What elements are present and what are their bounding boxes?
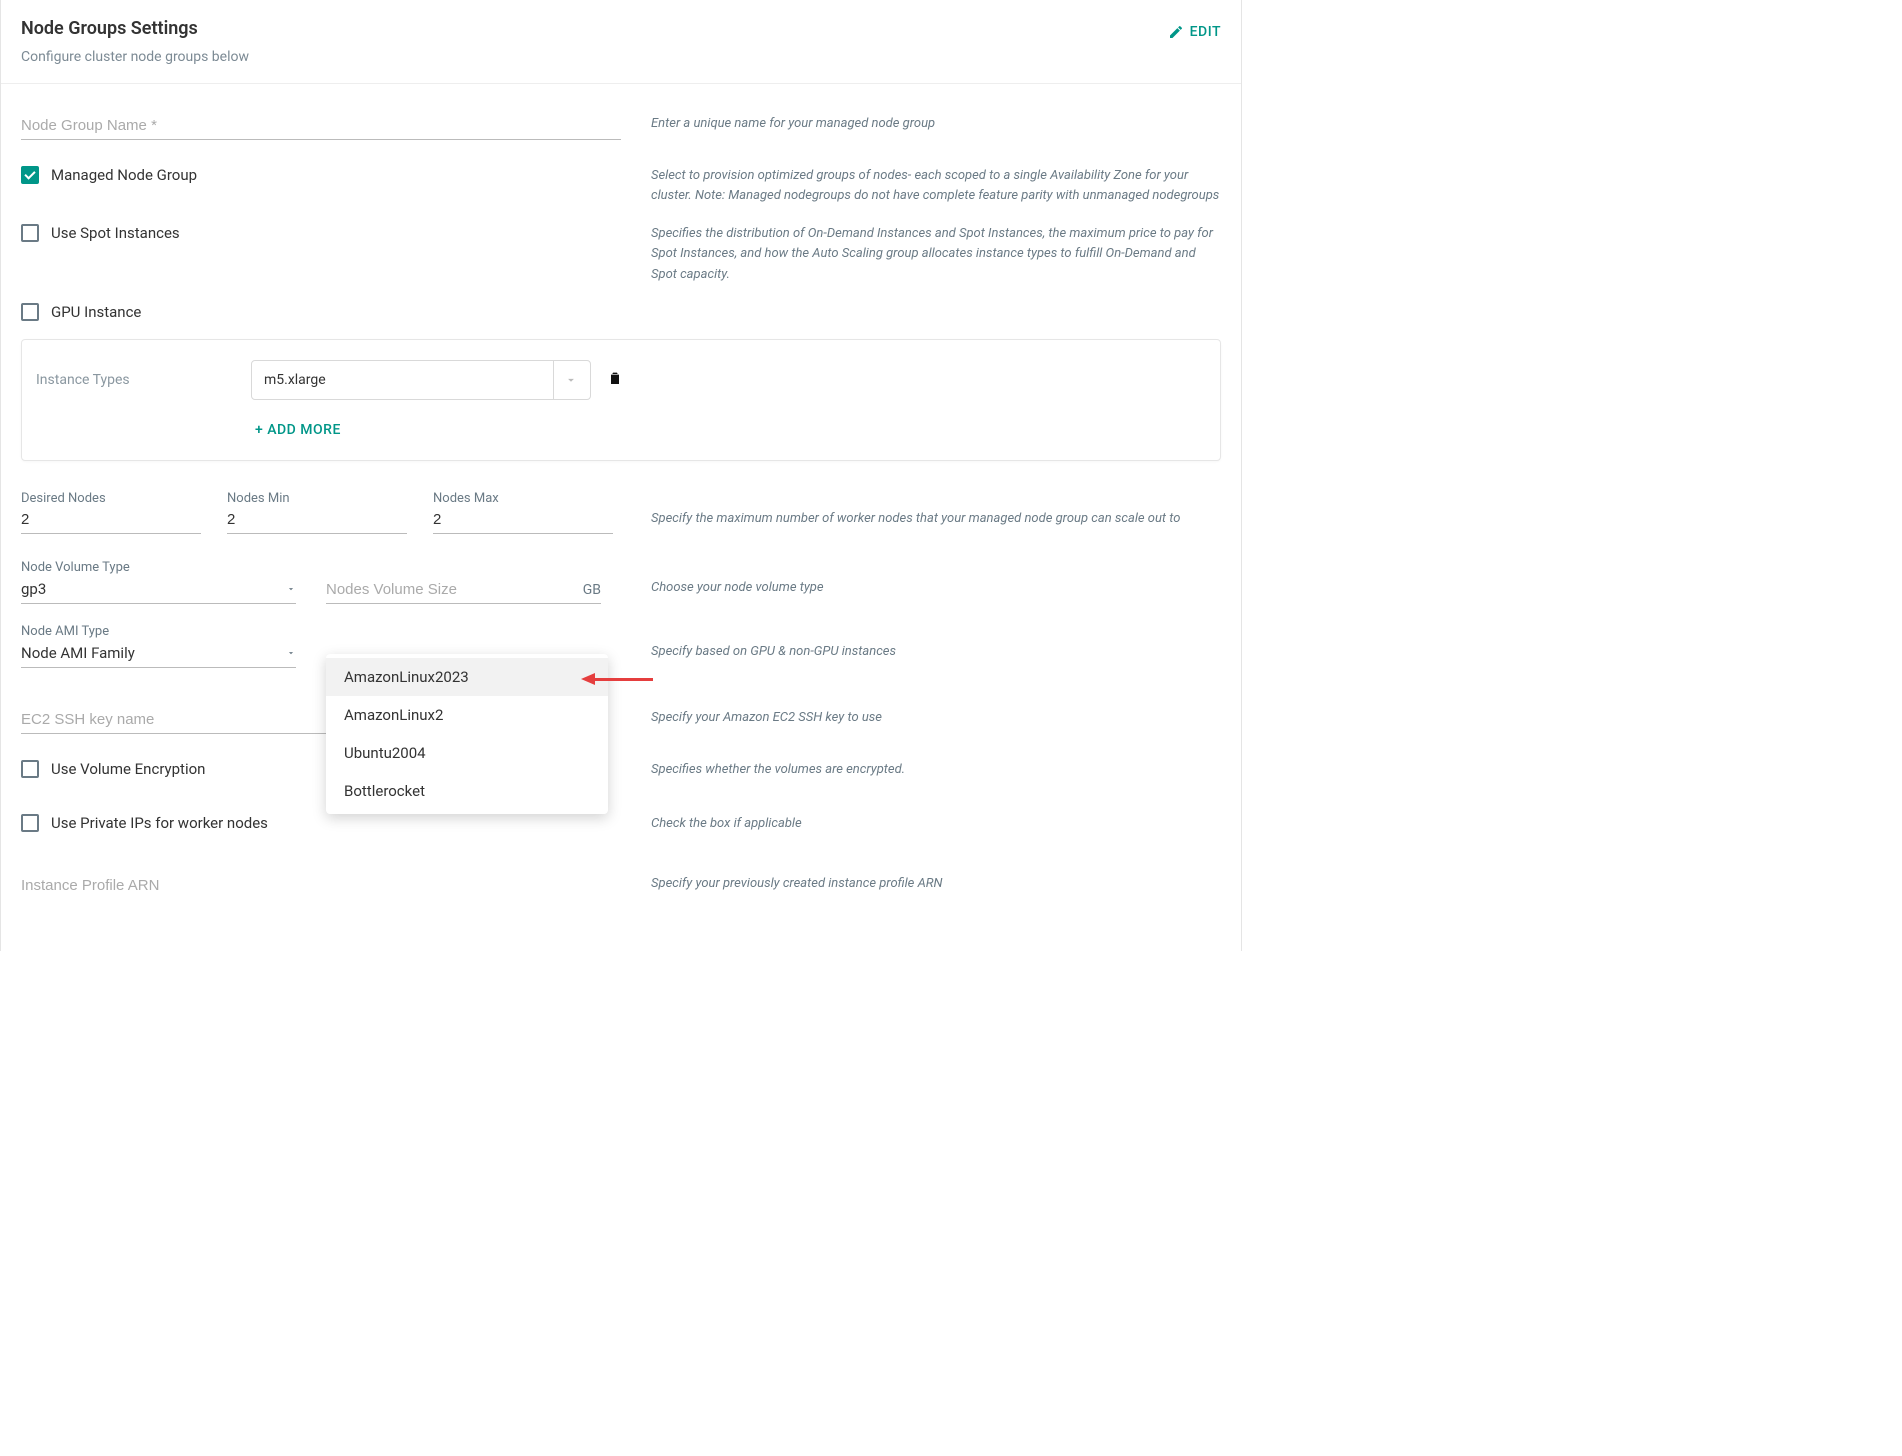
node-ami-family-value: Node AMI Family: [21, 644, 135, 662]
node-volume-type-hint: Choose your node volume type: [621, 560, 1221, 598]
managed-node-group-hint: Select to provision optimized groups of …: [621, 166, 1221, 206]
use-private-ips-hint: Check the box if applicable: [621, 814, 1221, 834]
managed-node-group-checkbox[interactable]: [21, 166, 39, 184]
managed-node-group-label: Managed Node Group: [51, 166, 197, 184]
instance-profile-arn-hint: Specify your previously created instance…: [621, 874, 1221, 894]
ami-option-ubuntu2004[interactable]: Ubuntu2004: [326, 734, 608, 772]
instance-types-label: Instance Types: [36, 372, 241, 388]
arrow-annotation-icon: [581, 673, 653, 685]
nodes-min-label: Nodes Min: [227, 491, 407, 506]
nodes-min-input[interactable]: [227, 508, 407, 534]
ami-option-amazonlinux2[interactable]: AmazonLinux2: [326, 696, 608, 734]
use-volume-encryption-hint: Specifies whether the volumes are encryp…: [621, 760, 1221, 780]
pencil-icon: [1168, 24, 1184, 40]
use-private-ips-checkbox[interactable]: [21, 814, 39, 832]
nodes-max-label: Nodes Max: [433, 491, 613, 506]
node-ami-family-select[interactable]: Node AMI Family: [21, 641, 296, 668]
ami-family-dropdown: AmazonLinux2023 AmazonLinux2 Ubuntu2004 …: [326, 654, 608, 814]
node-group-name-input[interactable]: [21, 114, 621, 140]
use-volume-encryption-checkbox[interactable]: [21, 760, 39, 778]
node-volume-type-label: Node Volume Type: [21, 560, 296, 575]
edit-button-label: EDIT: [1190, 24, 1221, 40]
gpu-instance-checkbox[interactable]: [21, 303, 39, 321]
nodes-max-input[interactable]: [433, 508, 613, 534]
edit-button[interactable]: EDIT: [1168, 24, 1221, 40]
node-ami-type-label: Node AMI Type: [21, 624, 296, 639]
instance-profile-arn-input[interactable]: [21, 874, 601, 899]
node-group-name-hint: Enter a unique name for your managed nod…: [621, 114, 1221, 134]
gpu-instance-label: GPU Instance: [51, 303, 141, 321]
use-spot-instances-label: Use Spot Instances: [51, 224, 180, 242]
use-private-ips-label: Use Private IPs for worker nodes: [51, 814, 268, 832]
page-subtitle: Configure cluster node groups below: [21, 49, 1221, 65]
node-volume-type-value: gp3: [21, 580, 46, 598]
add-more-button[interactable]: + ADD MORE: [255, 422, 1196, 438]
node-ami-type-hint: Specify based on GPU & non-GPU instances: [621, 624, 1221, 662]
use-spot-instances-checkbox[interactable]: [21, 224, 39, 242]
ami-option-bottlerocket[interactable]: Bottlerocket: [326, 772, 608, 810]
chevron-down-icon: [553, 361, 578, 399]
caret-down-icon: [286, 648, 296, 658]
instance-types-card: Instance Types m5.xlarge + ADD MORE: [21, 339, 1221, 461]
node-volume-type-select[interactable]: gp3: [21, 577, 296, 604]
use-spot-instances-hint: Specifies the distribution of On-Demand …: [621, 224, 1221, 284]
page-header: Node Groups Settings Configure cluster n…: [1, 0, 1241, 84]
volume-size-unit: GB: [583, 582, 601, 598]
desired-nodes-label: Desired Nodes: [21, 491, 201, 506]
nodes-hint: Specify the maximum number of worker nod…: [621, 491, 1221, 529]
trash-icon: [607, 369, 623, 387]
use-volume-encryption-label: Use Volume Encryption: [51, 760, 205, 778]
ami-option-amazonlinux2023[interactable]: AmazonLinux2023: [326, 658, 608, 696]
desired-nodes-input[interactable]: [21, 508, 201, 534]
ec2-ssh-key-hint: Specify your Amazon EC2 SSH key to use: [621, 708, 1221, 728]
instance-type-select[interactable]: m5.xlarge: [251, 360, 591, 400]
instance-type-value: m5.xlarge: [264, 372, 326, 388]
delete-instance-type-button[interactable]: [607, 369, 623, 391]
page-title: Node Groups Settings: [21, 18, 1221, 39]
caret-down-icon: [286, 584, 296, 594]
nodes-volume-size-input[interactable]: [326, 578, 601, 604]
